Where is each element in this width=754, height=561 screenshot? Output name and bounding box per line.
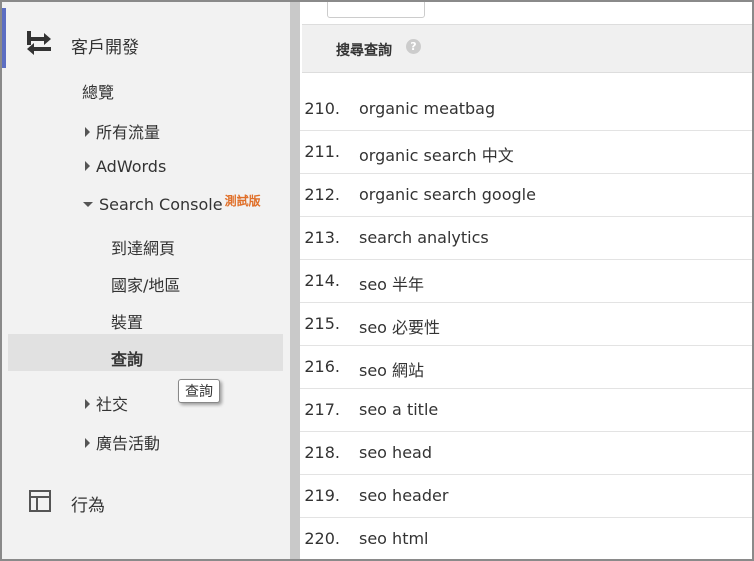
section-title-acquisition[interactable]: 客戶開發 — [71, 33, 139, 58]
table-row: 214. seo 半年 — [300, 260, 752, 303]
active-section-indicator — [2, 8, 6, 68]
sidebar-scrollbar[interactable] — [290, 2, 300, 559]
sidebar-item-label: Search Console — [99, 195, 223, 214]
sidebar-item-label: 到達網頁 — [111, 239, 176, 258]
sidebar-item-adwords[interactable]: AdWords — [85, 157, 166, 176]
row-number: 218. — [304, 443, 340, 462]
row-number: 220. — [304, 529, 340, 548]
sidebar-item-label: 社交 — [96, 395, 129, 414]
sidebar-item-label: 裝置 — [111, 313, 144, 332]
sidebar-item-landing-pages[interactable]: 到達網頁 — [111, 235, 175, 259]
row-number: 214. — [304, 271, 340, 290]
query-text[interactable]: search analytics — [359, 228, 489, 247]
beta-badge: 測試版 — [224, 194, 261, 208]
collapse-arrow-icon — [83, 202, 93, 207]
sidebar-item-label: 總覽 — [82, 83, 115, 102]
expand-arrow-icon — [85, 438, 90, 448]
sidebar: 客戶開發 總覽 所有流量 AdWords Search Console 測試版 到… — [2, 2, 290, 559]
toolbar-button[interactable] — [327, 2, 425, 18]
row-number: 216. — [304, 357, 340, 376]
sidebar-item-label: 查詢 — [111, 350, 144, 369]
sidebar-item-campaigns[interactable]: 廣告活動 — [85, 430, 160, 454]
query-text[interactable]: seo html — [359, 529, 429, 548]
sidebar-item-label: 廣告活動 — [96, 434, 161, 453]
window-frame: 客戶開發 總覽 所有流量 AdWords Search Console 測試版 到… — [0, 0, 754, 561]
query-text[interactable]: organic meatbag — [359, 99, 495, 118]
sidebar-item-label: 所有流量 — [96, 123, 161, 142]
sidebar-item-label: 國家/地區 — [111, 276, 181, 295]
row-number: 217. — [304, 400, 340, 419]
sidebar-item-social[interactable]: 社交 — [85, 391, 128, 415]
sidebar-item-overview[interactable]: 總覽 — [82, 79, 114, 103]
table-row: 215. seo 必要性 — [300, 303, 752, 346]
row-number: 213. — [304, 228, 340, 247]
row-number: 219. — [304, 486, 340, 505]
sidebar-item-countries[interactable]: 國家/地區 — [111, 272, 180, 296]
help-icon[interactable]: ? — [406, 39, 421, 54]
row-number: 212. — [304, 185, 340, 204]
sidebar-item-all-traffic[interactable]: 所有流量 — [85, 119, 160, 143]
table-row: 213. search analytics — [300, 217, 752, 260]
expand-arrow-icon — [85, 399, 90, 409]
query-text[interactable]: seo 網站 — [359, 357, 424, 381]
table-header: 搜尋查詢 ? — [302, 24, 752, 73]
table-row: 220. seo html — [300, 518, 752, 559]
query-text[interactable]: organic search google — [359, 185, 536, 204]
main-panel: 搜尋查詢 ? 210. organic meatbag 211. organic se… — [300, 2, 752, 559]
sidebar-item-label: AdWords — [96, 157, 167, 176]
query-text[interactable]: seo a title — [359, 400, 438, 419]
row-number: 211. — [304, 142, 340, 161]
query-table: 210. organic meatbag 211. organic search 中文… — [300, 88, 752, 559]
expand-arrow-icon — [85, 161, 90, 171]
query-text[interactable]: seo head — [359, 443, 432, 462]
query-text[interactable]: organic search 中文 — [359, 142, 514, 166]
expand-arrow-icon — [85, 127, 90, 137]
acquisition-arrows-icon — [27, 31, 51, 55]
table-row: 216. seo 網站 — [300, 346, 752, 389]
row-number: 210. — [304, 99, 340, 118]
table-row: 211. organic search 中文 — [300, 131, 752, 174]
sidebar-item-devices[interactable]: 裝置 — [111, 309, 143, 333]
query-text[interactable]: seo 必要性 — [359, 314, 440, 338]
column-header-search-query[interactable]: 搜尋查詢 — [336, 40, 392, 60]
selected-item-highlight — [8, 334, 283, 371]
table-row: 217. seo a title — [300, 389, 752, 432]
table-row: 218. seo head — [300, 432, 752, 475]
table-row: 212. organic search google — [300, 174, 752, 217]
query-text[interactable]: seo header — [359, 486, 448, 505]
sidebar-item-search-console[interactable]: Search Console 測試版 — [83, 194, 261, 214]
table-row: 210. organic meatbag — [300, 88, 752, 131]
row-number: 215. — [304, 314, 340, 333]
sidebar-item-queries[interactable]: 查詢 — [111, 346, 143, 370]
table-row: 219. seo header — [300, 475, 752, 518]
query-text[interactable]: seo 半年 — [359, 271, 424, 295]
section-title-behavior[interactable]: 行為 — [71, 491, 105, 516]
tooltip: 查詢 — [178, 379, 220, 403]
behavior-layout-icon — [29, 490, 51, 512]
